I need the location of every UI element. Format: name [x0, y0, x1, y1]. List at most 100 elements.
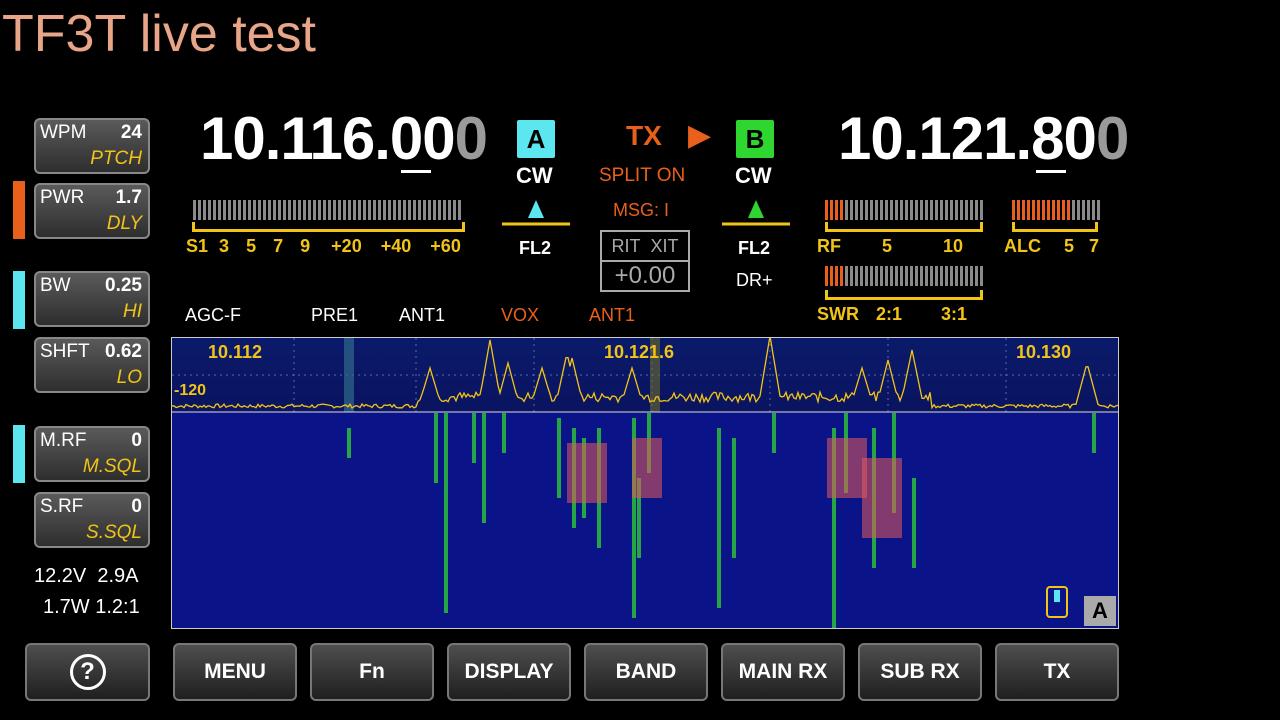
msg-status[interactable]: MSG: I: [613, 200, 669, 221]
waterfall-signal: [347, 428, 351, 458]
waterfall-signal: [482, 413, 486, 523]
vfo-a-filter[interactable]: FL2: [519, 238, 551, 259]
meter-segment: [233, 200, 236, 220]
knob-label: M.RF: [40, 430, 87, 451]
meter-segment: [348, 200, 351, 220]
meter-segment: [398, 200, 401, 220]
meter-segment: [1012, 200, 1015, 220]
meter-segment: [855, 200, 858, 220]
knob-label: BW: [40, 275, 71, 296]
vfo-b-mode[interactable]: CW: [735, 163, 772, 189]
agc-status[interactable]: AGC-F: [185, 305, 241, 326]
s-meter-scale: S1 3 5 7 9 +20 +40 +60: [186, 236, 461, 257]
knob-sub-label: HI: [123, 301, 142, 322]
meter-segment: [955, 200, 958, 220]
meter-segment: [1037, 200, 1040, 220]
meter-segment: [353, 200, 356, 220]
vox-status[interactable]: VOX: [501, 305, 539, 326]
meter-segment: [920, 266, 923, 286]
knob-value: 0: [131, 496, 142, 517]
fn-button[interactable]: Fn: [310, 643, 434, 701]
meter-segment: [1067, 200, 1070, 220]
rx-antenna-status[interactable]: ANT1: [399, 305, 445, 326]
meter-segment: [373, 200, 376, 220]
meter-segment: [900, 200, 903, 220]
display-button[interactable]: DISPLAY: [447, 643, 571, 701]
meter-segment: [298, 200, 301, 220]
meter-segment: [890, 266, 893, 286]
knob-label: WPM: [40, 122, 87, 143]
rf-meter-scale: RF 5 10: [817, 236, 963, 257]
alc-meter-ticks: [1012, 222, 1098, 232]
bw-indicator: [13, 271, 25, 329]
knob-pwr[interactable]: PWR 1.7 DLY: [34, 183, 150, 239]
meter-segment: [980, 200, 983, 220]
scope-vfo-badge[interactable]: A: [1084, 596, 1116, 626]
vfo-a-freq-tail: 0: [454, 105, 488, 172]
menu-button[interactable]: MENU: [173, 643, 297, 701]
vfo-a-mode[interactable]: CW: [516, 163, 553, 189]
knob-sub-label: PTCH: [90, 148, 142, 169]
meter-segment: [418, 200, 421, 220]
help-button[interactable]: ?: [25, 643, 150, 701]
meter-segment: [393, 200, 396, 220]
swr-meter-bar: [825, 266, 983, 286]
waterfall-hotspot: [827, 438, 867, 498]
knob-wpm[interactable]: WPM 24 PTCH: [34, 118, 150, 174]
pwr-indicator: [13, 181, 25, 239]
meter-segment: [875, 200, 878, 220]
meter-segment: [960, 200, 963, 220]
tx-antenna-status[interactable]: ANT1: [589, 305, 635, 326]
meter-segment: [880, 266, 883, 286]
meter-segment: [1027, 200, 1030, 220]
meter-segment: [293, 200, 296, 220]
swr-scale-label: 3:1: [941, 304, 968, 324]
meter-segment: [1092, 200, 1095, 220]
knob-mrf[interactable]: M.RF 0 M.SQL: [34, 426, 150, 482]
rit-xit-box[interactable]: RIT XIT +0.00: [600, 230, 690, 292]
s-scale-label: +60: [430, 236, 461, 256]
tx-button[interactable]: TX: [995, 643, 1119, 701]
meter-segment: [1097, 200, 1100, 220]
sub-rx-button[interactable]: SUB RX: [858, 643, 982, 701]
meter-segment: [965, 266, 968, 286]
scope-marker-icon[interactable]: [1046, 586, 1068, 618]
s-scale-label: 7: [273, 236, 284, 256]
meter-segment: [263, 200, 266, 220]
meter-segment: [388, 200, 391, 220]
knob-label: PWR: [40, 187, 85, 208]
vfo-a-frequency[interactable]: 10.116.000: [200, 104, 488, 173]
meter-segment: [1077, 200, 1080, 220]
knob-bw[interactable]: BW 0.25 HI: [34, 271, 150, 327]
meter-segment: [243, 200, 246, 220]
vfo-b-frequency[interactable]: 10.121.800: [838, 104, 1129, 173]
vfo-b-filter[interactable]: FL2: [738, 238, 770, 259]
alc-meter-scale: ALC 5 7: [1004, 236, 1099, 257]
meter-segment: [1017, 200, 1020, 220]
mrf-indicator: [13, 425, 25, 483]
meter-segment: [203, 200, 206, 220]
meter-segment: [950, 266, 953, 286]
s-scale-label: +40: [380, 236, 412, 256]
meter-segment: [910, 266, 913, 286]
meter-segment: [870, 266, 873, 286]
rf-meter-bar: [825, 200, 983, 220]
main-rx-button[interactable]: MAIN RX: [721, 643, 845, 701]
meter-segment: [438, 200, 441, 220]
band-button[interactable]: BAND: [584, 643, 708, 701]
spectrum-scope[interactable]: 10.112 10.121.6 10.130 -120 A: [171, 337, 1119, 629]
tx-arrow-icon: ▶: [688, 119, 712, 152]
meter-segment: [383, 200, 386, 220]
preamp-status[interactable]: PRE1: [311, 305, 358, 326]
meter-segment: [213, 200, 216, 220]
knob-shft[interactable]: SHFT 0.62 LO: [34, 337, 150, 393]
knob-srf[interactable]: S.RF 0 S.SQL: [34, 492, 150, 548]
meter-segment: [935, 266, 938, 286]
vfo-b-badge[interactable]: B: [736, 120, 774, 158]
meter-segment: [970, 200, 973, 220]
meter-segment: [975, 200, 978, 220]
split-status[interactable]: SPLIT ON: [599, 165, 685, 187]
tx-indicator: TX: [626, 120, 662, 151]
meter-segment: [850, 266, 853, 286]
vfo-a-badge[interactable]: A: [517, 120, 555, 158]
